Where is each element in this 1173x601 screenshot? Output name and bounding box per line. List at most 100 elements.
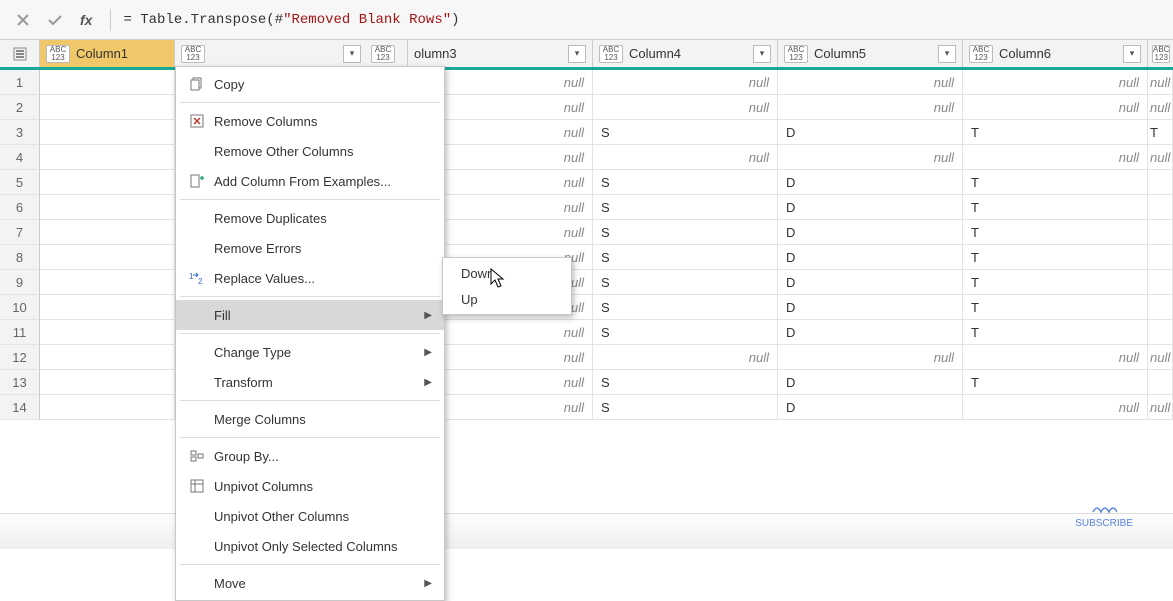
row-number[interactable]: 3 (0, 120, 40, 145)
cell[interactable]: S (593, 245, 778, 270)
menu-copy[interactable]: Copy (176, 69, 444, 99)
menu-fill[interactable]: Fill ▶ (176, 300, 444, 330)
cell[interactable]: null (778, 345, 963, 370)
cell[interactable]: null (963, 395, 1148, 420)
row-number[interactable]: 14 (0, 395, 40, 420)
cancel-button[interactable] (10, 7, 36, 33)
menu-group-by[interactable]: Group By... (176, 441, 444, 471)
filter-button[interactable]: ▾ (938, 45, 956, 63)
cell[interactable]: T (963, 270, 1148, 295)
cell[interactable]: null (1148, 345, 1173, 370)
menu-change-type[interactable]: Change Type ▶ (176, 337, 444, 367)
cell[interactable]: S (593, 270, 778, 295)
cell[interactable]: T (963, 370, 1148, 395)
filter-button[interactable]: ▾ (568, 45, 586, 63)
row-number[interactable]: 11 (0, 320, 40, 345)
column-header-column1[interactable]: ABC123 Column1 (40, 40, 175, 67)
type-icon[interactable]: ABC123 (599, 45, 623, 63)
cell[interactable]: D (778, 220, 963, 245)
column-header-column7[interactable]: ABC123 (1148, 40, 1173, 67)
cell[interactable]: null (1148, 95, 1173, 120)
fx-label[interactable]: fx (74, 12, 98, 28)
cell[interactable]: null (963, 345, 1148, 370)
cell[interactable] (1148, 170, 1173, 195)
menu-remove-columns[interactable]: Remove Columns (176, 106, 444, 136)
cell[interactable]: D (778, 295, 963, 320)
cell[interactable]: S (593, 220, 778, 245)
cell[interactable]: D (778, 370, 963, 395)
cell[interactable]: T (963, 320, 1148, 345)
cell[interactable] (1148, 220, 1173, 245)
cell[interactable] (1148, 195, 1173, 220)
cell[interactable]: D (778, 120, 963, 145)
filter-button[interactable]: ▾ (1123, 45, 1141, 63)
menu-remove-duplicates[interactable]: Remove Duplicates (176, 203, 444, 233)
cell[interactable]: null (593, 95, 778, 120)
cell[interactable]: S (593, 320, 778, 345)
row-number[interactable]: 1 (0, 70, 40, 95)
menu-move[interactable]: Move ▶ (176, 568, 444, 598)
column-header-column3[interactable]: olumn3 ▾ (408, 40, 593, 67)
row-number[interactable]: 8 (0, 245, 40, 270)
menu-unpivot-other-columns[interactable]: Unpivot Other Columns (176, 501, 444, 531)
cell[interactable]: S (593, 195, 778, 220)
cell[interactable]: T (963, 170, 1148, 195)
row-number[interactable]: 13 (0, 370, 40, 395)
cell[interactable] (1148, 295, 1173, 320)
column-header-column4[interactable]: ABC123 Column4 ▾ (593, 40, 778, 67)
column-header-column2[interactable]: ABC123 ▾ ABC123 (175, 40, 408, 67)
menu-unpivot-columns[interactable]: Unpivot Columns (176, 471, 444, 501)
cell[interactable]: T (1148, 120, 1173, 145)
cell[interactable]: null (963, 145, 1148, 170)
cell[interactable]: null (1148, 395, 1173, 420)
menu-transform[interactable]: Transform ▶ (176, 367, 444, 397)
cell[interactable]: null (1148, 145, 1173, 170)
type-icon[interactable]: ABC123 (969, 45, 993, 63)
cell[interactable]: S (593, 120, 778, 145)
menu-unpivot-selected-columns[interactable]: Unpivot Only Selected Columns (176, 531, 444, 561)
menu-replace-values[interactable]: 12 Replace Values... (176, 263, 444, 293)
formula-input[interactable]: = Table.Transpose(#"Removed Blank Rows") (123, 12, 459, 28)
cell[interactable]: null (778, 145, 963, 170)
cell[interactable]: D (778, 270, 963, 295)
cell[interactable]: T (963, 195, 1148, 220)
cell[interactable]: S (593, 170, 778, 195)
row-number[interactable]: 2 (0, 95, 40, 120)
menu-remove-errors[interactable]: Remove Errors (176, 233, 444, 263)
row-number[interactable]: 10 (0, 295, 40, 320)
row-number[interactable]: 7 (0, 220, 40, 245)
cell[interactable]: null (963, 95, 1148, 120)
cell[interactable]: null (593, 145, 778, 170)
type-icon[interactable]: ABC123 (1152, 45, 1170, 63)
type-icon[interactable]: ABC123 (46, 45, 70, 63)
cell[interactable]: D (778, 245, 963, 270)
column-header-column5[interactable]: ABC123 Column5 ▾ (778, 40, 963, 67)
menu-merge-columns[interactable]: Merge Columns (176, 404, 444, 434)
cell[interactable]: null (778, 70, 963, 95)
row-number[interactable]: 9 (0, 270, 40, 295)
cell[interactable]: T (963, 220, 1148, 245)
cell[interactable]: T (963, 120, 1148, 145)
type-icon[interactable]: ABC123 (784, 45, 808, 63)
row-number[interactable]: 12 (0, 345, 40, 370)
filter-button[interactable]: ▾ (343, 45, 361, 63)
row-number[interactable]: 6 (0, 195, 40, 220)
cell[interactable]: S (593, 395, 778, 420)
confirm-button[interactable] (42, 7, 68, 33)
cell[interactable] (1148, 270, 1173, 295)
cell[interactable]: null (593, 345, 778, 370)
cell[interactable]: null (1148, 70, 1173, 95)
cell[interactable]: D (778, 395, 963, 420)
menu-remove-other-columns[interactable]: Remove Other Columns (176, 136, 444, 166)
select-all-corner[interactable] (0, 40, 40, 67)
cell[interactable] (1148, 320, 1173, 345)
cell[interactable]: D (778, 170, 963, 195)
cell[interactable]: null (778, 95, 963, 120)
cell[interactable]: S (593, 370, 778, 395)
cell[interactable]: T (963, 295, 1148, 320)
type-icon[interactable]: ABC123 (371, 45, 395, 63)
menu-add-column-from-examples[interactable]: Add Column From Examples... (176, 166, 444, 196)
cell[interactable]: null (963, 70, 1148, 95)
cell[interactable] (1148, 245, 1173, 270)
cell[interactable]: T (963, 245, 1148, 270)
